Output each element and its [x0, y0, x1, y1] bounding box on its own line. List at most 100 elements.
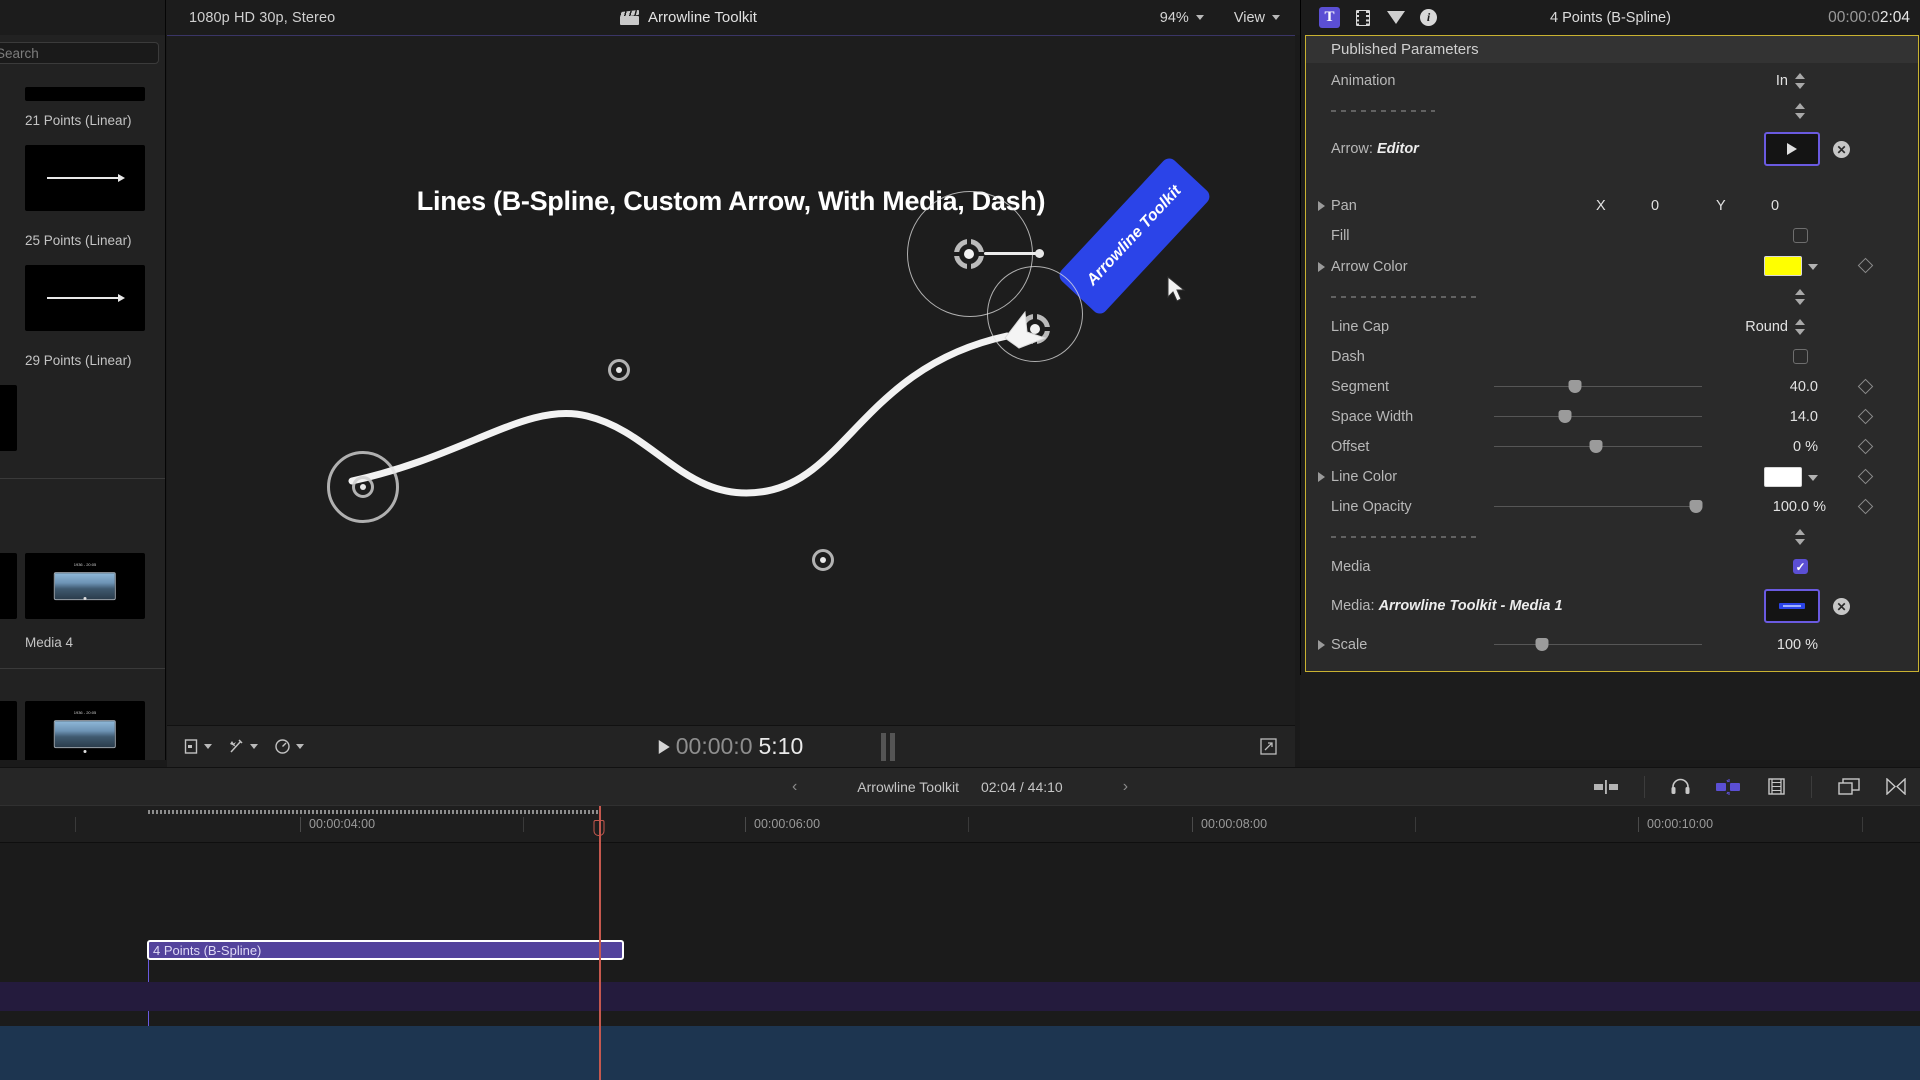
param-row-media-source[interactable]: Media: Arrowline Toolkit - Media 1 ✕: [1306, 582, 1918, 630]
keyframe-button[interactable]: [1857, 498, 1874, 515]
search-input[interactable]: Search: [0, 42, 159, 64]
animation-value[interactable]: In: [1728, 73, 1788, 89]
ruler-tick-label: 00:00:04:00: [300, 817, 375, 832]
segment-value[interactable]: 40.0: [1748, 379, 1818, 395]
index-icon[interactable]: [1838, 778, 1860, 795]
expand-icon[interactable]: [1260, 738, 1277, 755]
viewer-timecode[interactable]: 00:00:0 5:10: [658, 733, 803, 760]
param-label: Dash: [1331, 349, 1365, 365]
text-inspector-icon[interactable]: T: [1319, 7, 1340, 28]
param-row-line-cap[interactable]: Line Cap Round: [1306, 312, 1918, 342]
retime-tool-button[interactable]: [274, 738, 304, 755]
disclosure-triangle-icon[interactable]: [1318, 640, 1325, 650]
close-timeline-icon[interactable]: [1886, 778, 1906, 795]
media-preview-icon: 1936 - 20:05: [53, 710, 117, 748]
param-row-segment[interactable]: Segment 40.0: [1306, 372, 1918, 402]
disclosure-triangle-icon[interactable]: [1318, 201, 1325, 211]
rotation-handle-dot[interactable]: [1035, 249, 1044, 258]
snapping-icon[interactable]: [1768, 778, 1785, 795]
stepper-icon[interactable]: [1795, 103, 1805, 119]
fill-checkbox[interactable]: [1793, 228, 1808, 243]
chevron-down-icon[interactable]: [1808, 475, 1818, 481]
viewer-canvas[interactable]: Lines (B-Spline, Custom Arrow, With Medi…: [167, 35, 1295, 725]
chevron-down-icon: [250, 744, 258, 749]
ruler-tick-label: 00:00:10:00: [1638, 817, 1713, 832]
control-point[interactable]: [608, 359, 630, 381]
media-checkbox[interactable]: [1793, 559, 1808, 574]
control-point[interactable]: [812, 549, 834, 571]
audio-lane[interactable]: [0, 1026, 1920, 1080]
list-item-label: Media 4: [25, 635, 74, 650]
arrow-anchor-control[interactable]: [952, 237, 986, 271]
arrow-editor-value: Editor: [1376, 141, 1419, 157]
chevron-down-icon[interactable]: [1808, 264, 1818, 270]
timeline-project-info: Arrowline Toolkit 02:04 / 44:10: [857, 779, 1062, 795]
param-row-dash[interactable]: Dash: [1306, 342, 1918, 372]
crop-tool-button[interactable]: [183, 738, 212, 755]
filter-inspector-icon[interactable]: [1385, 7, 1406, 28]
start-point-control[interactable]: [352, 476, 374, 498]
param-row-arrow-color[interactable]: Arrow Color: [1306, 251, 1918, 282]
chevron-right-icon[interactable]: ›: [1123, 778, 1128, 796]
line-color-swatch[interactable]: [1764, 467, 1802, 487]
inspector-panel: Published Parameters Animation In Arrow:…: [1300, 35, 1920, 675]
media-source-well[interactable]: [1764, 589, 1820, 623]
pan-y-value[interactable]: 0: [1771, 198, 1779, 214]
keyframe-button[interactable]: [1857, 257, 1874, 274]
segment-slider[interactable]: [1494, 380, 1702, 394]
param-row-animation[interactable]: Animation In: [1306, 66, 1918, 96]
param-row-scale[interactable]: Scale 100 %: [1306, 630, 1918, 660]
clip-skimming-icon[interactable]: [1594, 779, 1618, 794]
audio-skimming-icon[interactable]: [1671, 778, 1690, 795]
param-row-pan[interactable]: Pan X 0 Y 0: [1306, 191, 1918, 221]
storyline-lane[interactable]: [0, 982, 1920, 1011]
keyframe-button[interactable]: [1857, 408, 1874, 425]
line-opacity-value[interactable]: 100.0 %: [1736, 499, 1826, 515]
param-row-arrow-editor[interactable]: Arrow: Editor ✕: [1306, 126, 1918, 172]
param-row-line-opacity[interactable]: Line Opacity 100.0 %: [1306, 492, 1918, 522]
media-thumbnail: [1779, 603, 1805, 609]
keyframe-button[interactable]: [1857, 378, 1874, 395]
view-menu-button[interactable]: View: [1234, 10, 1280, 26]
param-row-fill[interactable]: Fill: [1306, 221, 1918, 251]
timeline-tracks[interactable]: 4 Points (B-Spline): [0, 806, 1920, 1080]
disclosure-triangle-icon[interactable]: [1318, 261, 1325, 272]
media-browser-sidebar: Search 21 Points (Linear) 25 Points (Lin…: [0, 35, 166, 760]
timeline-time-position: 02:04 / 44:10: [980, 778, 1063, 795]
video-inspector-icon[interactable]: [1352, 7, 1373, 28]
scale-value[interactable]: 100 %: [1738, 637, 1818, 653]
timeline-ruler[interactable]: 00:00:04:00 00:00:06:00 00:00:08:00 00:0…: [0, 805, 1920, 843]
scale-slider[interactable]: [1494, 638, 1702, 652]
disclosure-triangle-icon[interactable]: [1318, 472, 1325, 482]
dash-checkbox[interactable]: [1793, 349, 1808, 364]
chevron-left-icon[interactable]: ‹: [792, 778, 797, 796]
solo-icon[interactable]: [1716, 778, 1742, 795]
keyframe-button[interactable]: [1857, 438, 1874, 455]
transform-tool-button[interactable]: [228, 738, 258, 755]
offset-slider[interactable]: [1494, 440, 1702, 454]
clear-arrow-button[interactable]: ✕: [1833, 141, 1850, 158]
arrow-editor-well[interactable]: [1764, 132, 1820, 166]
param-label: Pan: [1331, 198, 1357, 214]
offset-value[interactable]: 0 %: [1748, 439, 1818, 455]
param-row-media[interactable]: Media: [1306, 552, 1918, 582]
stepper-icon[interactable]: [1795, 289, 1805, 305]
view-menu-label: View: [1233, 9, 1265, 26]
stepper-icon[interactable]: [1795, 529, 1805, 545]
space-width-value[interactable]: 14.0: [1748, 409, 1818, 425]
param-row-space-width[interactable]: Space Width 14.0: [1306, 402, 1918, 432]
timeline-clip[interactable]: 4 Points (B-Spline): [147, 940, 624, 960]
zoom-level-button[interactable]: 94%: [1160, 10, 1204, 26]
stepper-icon[interactable]: [1795, 73, 1805, 89]
line-cap-value[interactable]: Round: [1708, 319, 1788, 335]
space-width-slider[interactable]: [1494, 410, 1702, 424]
param-row-line-color[interactable]: Line Color: [1306, 462, 1918, 492]
line-opacity-slider[interactable]: [1494, 500, 1703, 514]
arrow-color-swatch[interactable]: [1764, 256, 1802, 276]
clear-media-button[interactable]: ✕: [1833, 598, 1850, 615]
param-row-offset[interactable]: Offset 0 %: [1306, 432, 1918, 462]
pan-x-value[interactable]: 0: [1651, 198, 1659, 214]
keyframe-button[interactable]: [1857, 468, 1874, 485]
info-inspector-icon[interactable]: i: [1418, 7, 1439, 28]
stepper-icon[interactable]: [1795, 319, 1805, 335]
